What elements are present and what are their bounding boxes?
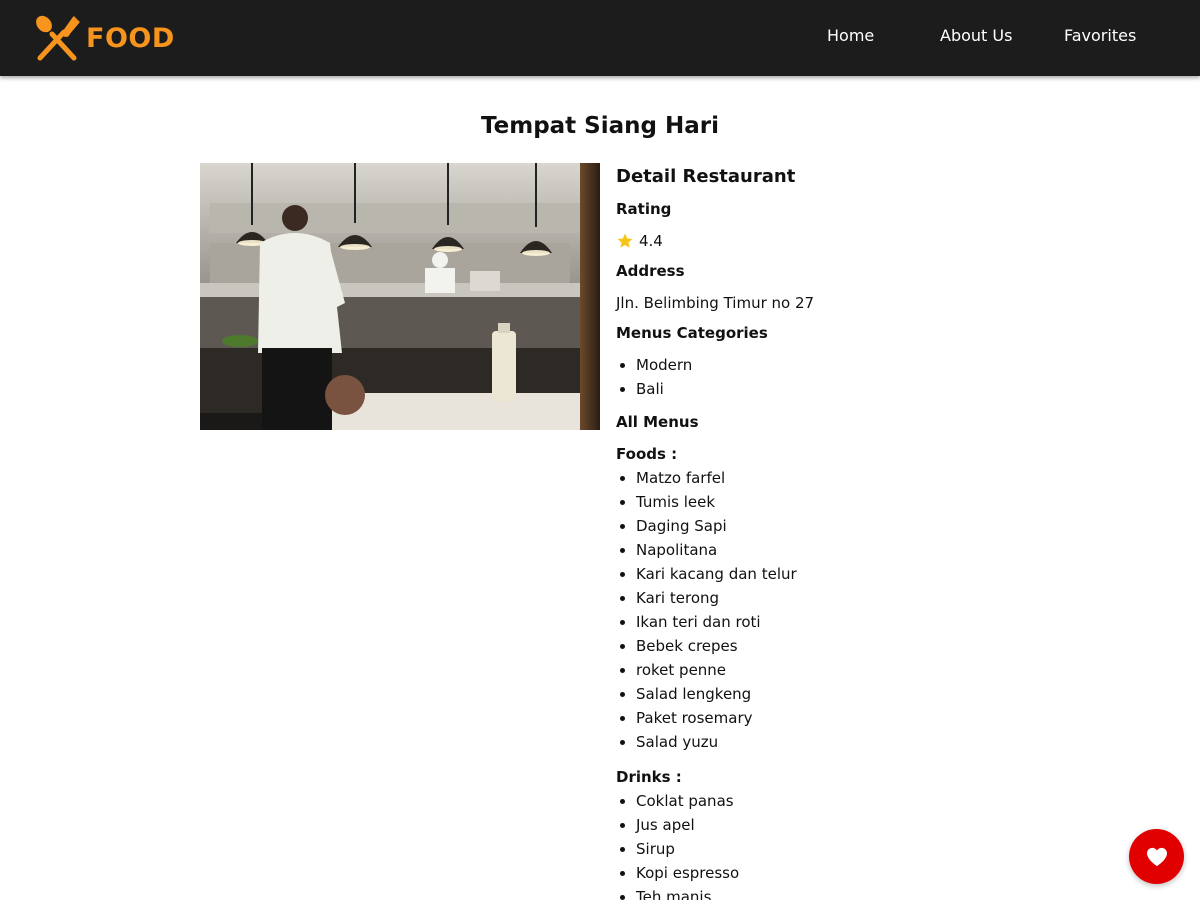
list-item: Bali — [616, 377, 1036, 401]
navbar: FOOD Home About Us Favorites — [0, 0, 1200, 76]
nav-favorites[interactable]: Favorites — [1064, 26, 1136, 46]
all-menus-label: All Menus — [616, 413, 699, 431]
list-item: Ikan teri dan roti — [616, 610, 1036, 634]
list-item: Kopi espresso — [616, 861, 1036, 885]
list-item: Kari terong — [616, 586, 1036, 610]
categories-list: Modern Bali — [616, 353, 1036, 401]
list-item: Bebek crepes — [616, 634, 1036, 658]
kitchen-illustration — [200, 163, 600, 430]
heart-icon — [1146, 847, 1167, 866]
list-item: Napolitana — [616, 538, 1036, 562]
nav-home[interactable]: Home — [827, 26, 874, 46]
list-item: Matzo farfel — [616, 466, 1036, 490]
star-icon — [617, 233, 633, 248]
list-item: Sirup — [616, 837, 1036, 861]
list-item: Modern — [616, 353, 1036, 377]
list-item: Salad lengkeng — [616, 682, 1036, 706]
list-item: Kari kacang dan telur — [616, 562, 1036, 586]
list-item: Tumis leek — [616, 490, 1036, 514]
drinks-label: Drinks : — [616, 768, 682, 786]
foods-label: Foods : — [616, 445, 678, 463]
list-item: Teh manis — [616, 885, 1036, 900]
foods-list: Matzo farfel Tumis leek Daging Sapi Napo… — [616, 466, 1036, 754]
rating-label: Rating — [616, 200, 672, 218]
drinks-list: Coklat panas Jus apel Sirup Kopi espress… — [616, 789, 1036, 900]
list-item: Daging Sapi — [616, 514, 1036, 538]
address-value: Jln. Belimbing Timur no 27 — [616, 294, 815, 312]
list-item: roket penne — [616, 658, 1036, 682]
categories-label: Menus Categories — [616, 324, 768, 342]
list-item: Coklat panas — [616, 789, 1036, 813]
rating-value: 4.4 — [639, 232, 663, 250]
list-item: Paket rosemary — [616, 706, 1036, 730]
restaurant-name: Tempat Siang Hari — [481, 113, 719, 139]
favorite-button[interactable] — [1129, 829, 1184, 884]
list-item: Jus apel — [616, 813, 1036, 837]
restaurant-kitchen-photo — [200, 163, 600, 430]
rating-row: 4.4 — [616, 229, 1036, 253]
nav-about-us[interactable]: About Us — [940, 26, 1012, 46]
nav-menu: Home About Us Favorites — [0, 0, 1200, 76]
detail-heading: Detail Restaurant — [616, 166, 796, 187]
address-label: Address — [616, 262, 685, 280]
list-item: Salad yuzu — [616, 730, 1036, 754]
restaurant-detail: Detail Restaurant Rating 4.4 Address Jln… — [616, 163, 1036, 900]
